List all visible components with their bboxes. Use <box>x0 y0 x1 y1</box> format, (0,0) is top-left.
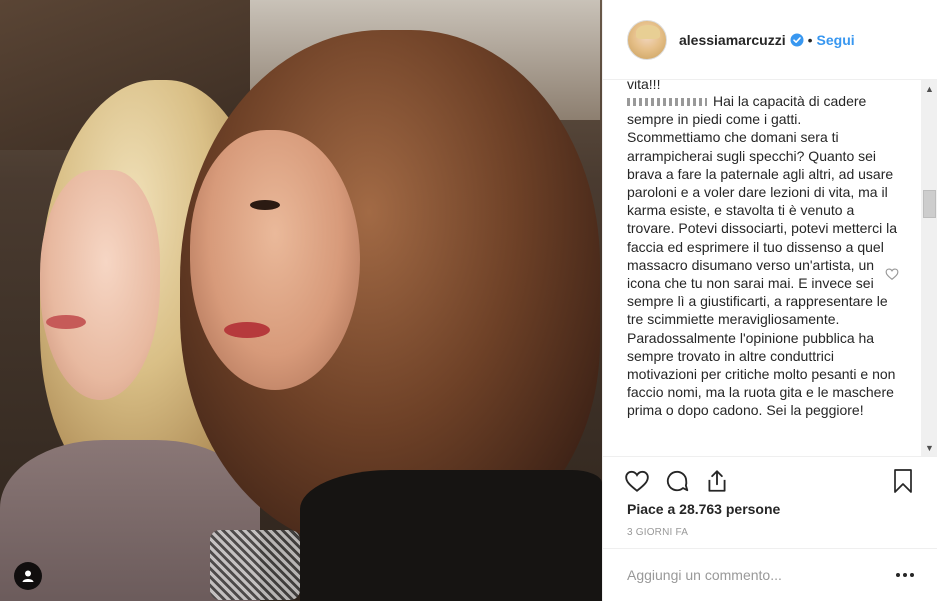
comment-item: Hai la capacità di cadere sempre in pied… <box>627 92 897 420</box>
post-side-panel: alessiamarcuzzi • Segui vita!!! Hai la c… <box>602 0 937 601</box>
photo-necklace <box>210 530 300 600</box>
scrollbar-thumb[interactable] <box>923 190 936 218</box>
heart-icon[interactable] <box>623 467 651 495</box>
bookmark-icon[interactable] <box>889 467 917 495</box>
share-icon[interactable] <box>703 467 731 495</box>
comment-author-redacted[interactable] <box>627 98 707 107</box>
photo-person-right-lips <box>224 322 270 338</box>
comment-bubble-icon[interactable] <box>663 467 691 495</box>
verified-badge-icon <box>790 33 804 47</box>
post-header: alessiamarcuzzi • Segui <box>603 0 937 80</box>
post-timestamp[interactable]: 3 GIORNI FA <box>627 527 688 538</box>
user-tag-icon[interactable] <box>14 562 42 590</box>
photo-person-left-lips <box>46 315 86 329</box>
add-comment-input[interactable] <box>627 567 877 583</box>
follow-button[interactable]: Segui <box>817 32 855 48</box>
author-avatar[interactable] <box>627 19 667 60</box>
more-dots-icon[interactable] <box>893 567 917 583</box>
post-actions <box>603 456 937 504</box>
photo-person-right-eye <box>250 200 280 210</box>
comments-list[interactable]: vita!!! Hai la capacità di cadere sempre… <box>603 80 937 456</box>
previous-comment-fragment: vita!!! <box>627 80 661 92</box>
photo-person-left-face <box>40 170 160 400</box>
photo-person-right-top <box>300 470 602 601</box>
add-comment-bar <box>603 548 937 601</box>
comment-like-heart-icon[interactable] <box>885 267 899 281</box>
post-photo[interactable] <box>0 0 602 601</box>
scroll-down-arrow-icon[interactable]: ▼ <box>921 439 937 456</box>
header-separator: • <box>807 31 813 48</box>
photo-person-right-face <box>190 130 360 390</box>
likes-count[interactable]: Piace a 28.763 persone <box>627 501 780 517</box>
scroll-up-arrow-icon[interactable]: ▲ <box>921 80 937 97</box>
author-username[interactable]: alessiamarcuzzi <box>679 32 786 48</box>
comments-scrollbar[interactable]: ▲ ▼ <box>921 80 937 456</box>
comment-body: Hai la capacità di cadere sempre in pied… <box>627 93 897 419</box>
